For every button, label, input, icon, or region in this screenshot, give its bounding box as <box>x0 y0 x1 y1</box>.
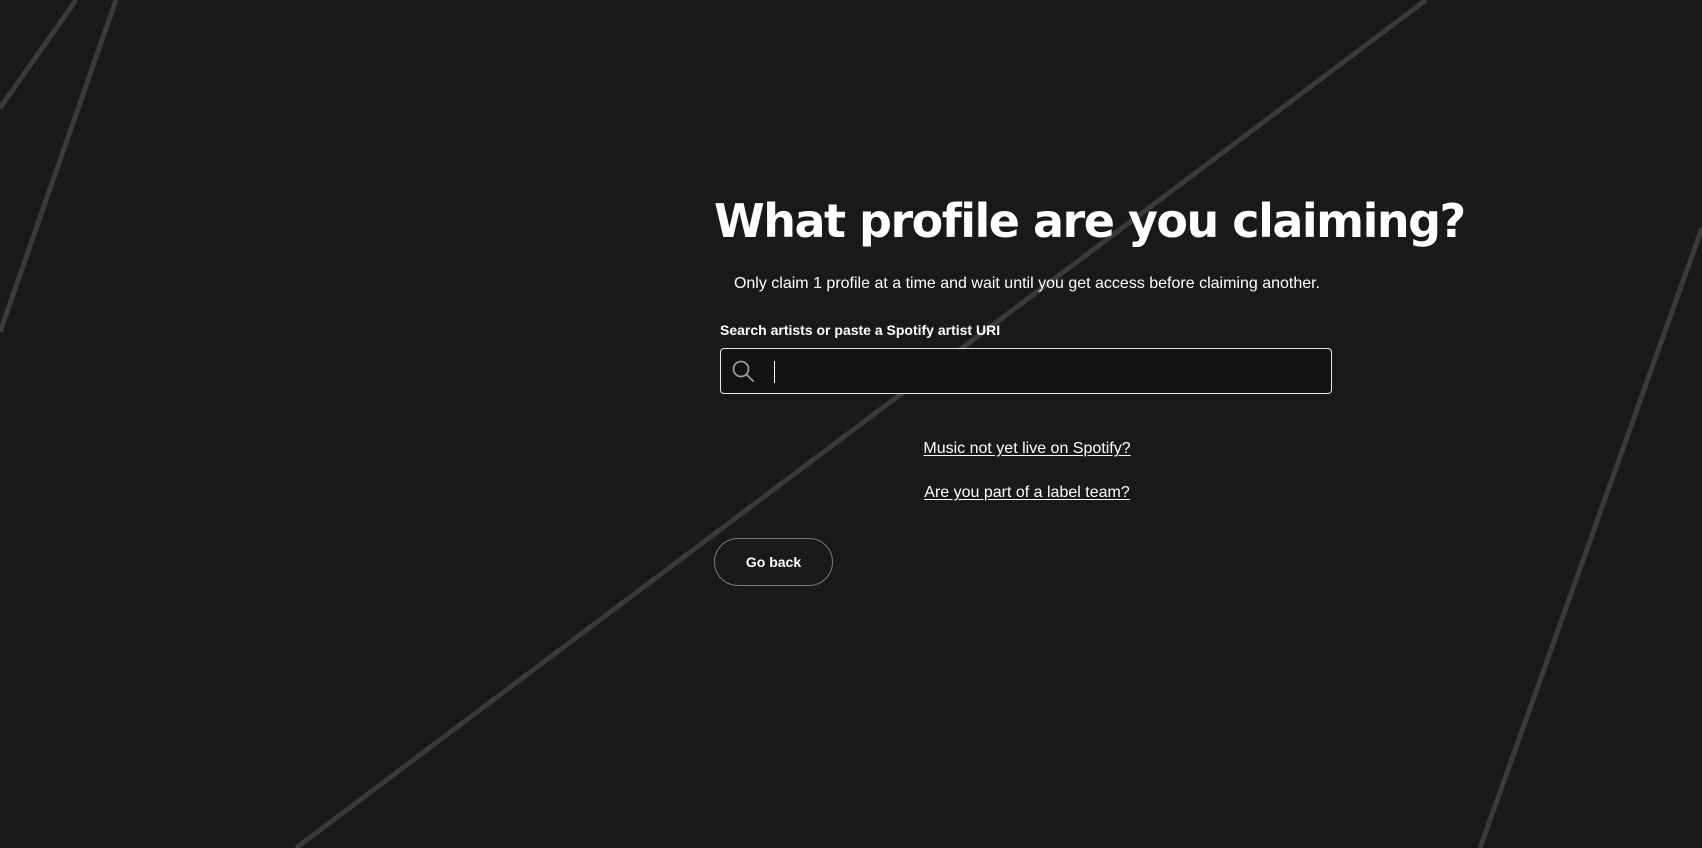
claim-profile-page: What profile are you claiming? Only clai… <box>0 0 1702 848</box>
decor-line <box>1477 227 1702 848</box>
search-input[interactable] <box>763 349 1331 393</box>
search-icon <box>731 359 755 383</box>
label-team-link[interactable]: Are you part of a label team? <box>714 482 1340 504</box>
page-title: What profile are you claiming? <box>714 194 1466 248</box>
help-links: Music not yet live on Spotify? Are you p… <box>714 438 1340 504</box>
go-back-button[interactable]: Go back <box>714 538 833 586</box>
claim-form: What profile are you claiming? Only clai… <box>714 190 1466 586</box>
page-subtitle: Only claim 1 profile at a time and wait … <box>733 275 1321 292</box>
search-box[interactable] <box>720 348 1332 394</box>
decor-line <box>0 0 79 110</box>
decor-line <box>0 0 119 333</box>
music-not-live-link[interactable]: Music not yet live on Spotify? <box>714 438 1340 460</box>
search-label: Search artists or paste a Spotify artist… <box>720 322 1001 338</box>
text-cursor <box>774 361 775 383</box>
